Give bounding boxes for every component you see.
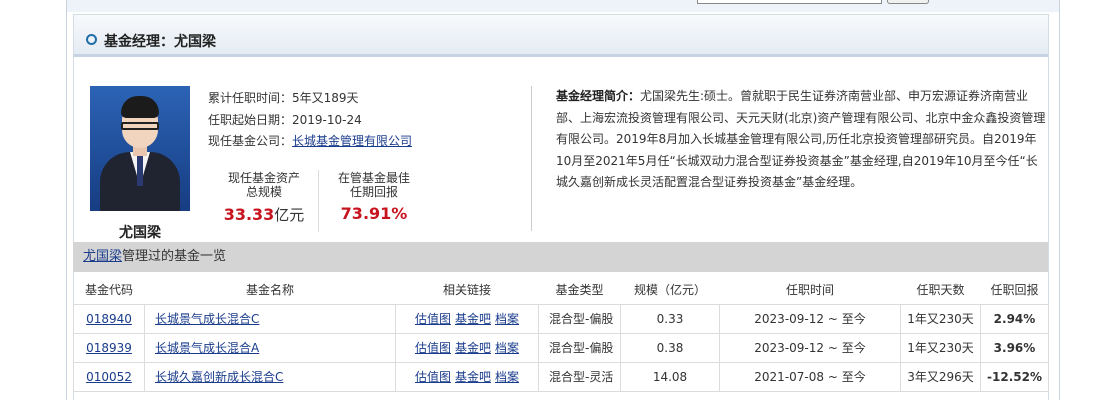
start-date-label: 任职起始日期： bbox=[208, 113, 293, 127]
bio-label: 基金经理简介： bbox=[556, 89, 641, 103]
top-search-input[interactable] bbox=[697, 0, 882, 4]
manager-bio: 基金经理简介：尤国梁先生:硕士。曾就职于民生证券济南营业部、申万宏源证券济南营业… bbox=[556, 86, 1046, 194]
col-links: 相关链接 bbox=[442, 283, 491, 298]
col-days: 任职天数 bbox=[916, 283, 965, 298]
manager-link[interactable]: 尤国梁 bbox=[83, 249, 122, 264]
asset-unit: 亿元 bbox=[274, 206, 305, 224]
fund-name-link[interactable]: 长城景气成长混合A bbox=[155, 341, 259, 355]
table-header-row: 基金代码 基金名称 相关链接 基金类型 规模（亿元） 任职时间 任职天数 任职回… bbox=[74, 276, 1049, 304]
best-return-label-line2: 任期回报 bbox=[349, 185, 398, 199]
col-size: 规模（亿元） bbox=[633, 283, 706, 298]
valuation-chart-link[interactable]: 估值图 bbox=[415, 370, 451, 384]
valuation-chart-link[interactable]: 估值图 bbox=[415, 341, 451, 355]
page-frame: 基金经理：尤国梁 尤国梁 累计任职时间：5年又189天 任职起始日期：2019-… bbox=[66, 0, 1060, 400]
tenure-return: 2.94% bbox=[980, 303, 1049, 334]
tenure-days: 1年又230天 bbox=[900, 332, 981, 363]
table-row: 018940 长城景气成长混合C 估值图 基金吧 档案 混合型-偏股 0.33 20… bbox=[73, 303, 1049, 334]
fund-type: 混合型-灵活 bbox=[538, 361, 621, 392]
bio-text: 尤国梁先生:硕士。曾就职于民生证券济南营业部、申万宏源证券济南营业部、上海宏流投… bbox=[556, 89, 1046, 189]
best-return-label-line1: 在管基金最佳 bbox=[337, 171, 410, 185]
tenure-period: 2021-07-08 ~ 至今 bbox=[719, 361, 901, 392]
tenure-label: 累计任职时间： bbox=[208, 91, 293, 105]
fund-name-link[interactable]: 长城久嘉创新成长混合C bbox=[155, 370, 283, 384]
start-date-value: 2019-10-24 bbox=[292, 113, 362, 127]
table-row: 010052 长城久嘉创新成长混合C 估值图 基金吧 档案 混合型-灵活 14.08… bbox=[73, 361, 1049, 392]
stat-divider bbox=[318, 170, 319, 232]
company-label: 现任基金公司： bbox=[208, 134, 293, 148]
fund-profile-link[interactable]: 档案 bbox=[495, 312, 519, 326]
fund-code-link[interactable]: 010052 bbox=[86, 370, 132, 384]
col-type: 基金类型 bbox=[555, 283, 604, 298]
card-title: 基金经理：尤国梁 bbox=[104, 34, 216, 50]
asset-label-line1: 现任基金资产 bbox=[227, 171, 300, 185]
company-line: 现任基金公司：长城基金管理有限公司 bbox=[208, 132, 412, 149]
best-return-value: 73.91% bbox=[340, 204, 408, 223]
start-date-line: 任职起始日期：2019-10-24 bbox=[208, 111, 362, 128]
best-return-label: 在管基金最佳 任期回报 bbox=[324, 171, 424, 199]
tenure-period: 2023-09-12 ~ 至今 bbox=[719, 332, 901, 363]
fund-name-link[interactable]: 长城景气成长混合C bbox=[155, 312, 259, 326]
fund-code-link[interactable]: 018939 bbox=[86, 341, 132, 355]
fund-forum-link[interactable]: 基金吧 bbox=[455, 370, 491, 384]
tenure-return: 3.96% bbox=[980, 332, 1049, 363]
fund-list-header: 尤国梁管理过的基金一览 bbox=[73, 242, 1048, 272]
asset-number: 33.33 bbox=[223, 205, 275, 224]
company-link[interactable]: 长城基金管理有限公司 bbox=[292, 134, 412, 148]
tenure-days: 1年又230天 bbox=[900, 303, 981, 334]
col-code: 基金代码 bbox=[84, 283, 133, 298]
fund-type: 混合型-偏股 bbox=[538, 332, 621, 363]
table-row: 018939 长城景气成长混合A 估值图 基金吧 档案 混合型-偏股 0.38 20… bbox=[73, 332, 1049, 363]
fund-type: 混合型-偏股 bbox=[538, 303, 621, 334]
col-name: 基金名称 bbox=[245, 283, 294, 298]
valuation-chart-link[interactable]: 估值图 bbox=[415, 312, 451, 326]
tenure-period: 2023-09-12 ~ 至今 bbox=[719, 303, 901, 334]
fund-forum-link[interactable]: 基金吧 bbox=[455, 341, 491, 355]
fund-size: 14.08 bbox=[620, 361, 720, 392]
circle-bullet-icon bbox=[86, 34, 97, 45]
top-search-button[interactable] bbox=[887, 0, 929, 4]
asset-label-line2: 总规模 bbox=[245, 185, 282, 199]
section-divider bbox=[531, 86, 532, 231]
tenure-days: 3年又296天 bbox=[900, 361, 981, 392]
tenure-value: 5年又189天 bbox=[292, 91, 359, 105]
fund-profile-link[interactable]: 档案 bbox=[495, 370, 519, 384]
manager-name: 尤国梁 bbox=[119, 225, 161, 241]
manager-photo bbox=[90, 86, 190, 211]
top-toolbar bbox=[67, 0, 1059, 12]
card-header: 基金经理：尤国梁 bbox=[74, 15, 1048, 57]
asset-value: 33.33亿元 bbox=[214, 204, 314, 225]
col-period: 任职时间 bbox=[785, 283, 834, 298]
fund-forum-link[interactable]: 基金吧 bbox=[455, 312, 491, 326]
asset-label: 现任基金资产 总规模 bbox=[214, 171, 314, 199]
fund-size: 0.33 bbox=[620, 303, 720, 334]
fund-code-link[interactable]: 018940 bbox=[86, 312, 132, 326]
tenure-line: 累计任职时间：5年又189天 bbox=[208, 89, 359, 106]
fund-profile-link[interactable]: 档案 bbox=[495, 341, 519, 355]
fund-table: 基金代码 基金名称 相关链接 基金类型 规模（亿元） 任职时间 任职天数 任职回… bbox=[73, 276, 1049, 392]
tenure-return: -12.52% bbox=[980, 361, 1049, 392]
fund-size: 0.38 bbox=[620, 332, 720, 363]
fund-list-title: 管理过的基金一览 bbox=[122, 249, 227, 264]
col-return: 任职回报 bbox=[990, 283, 1039, 298]
